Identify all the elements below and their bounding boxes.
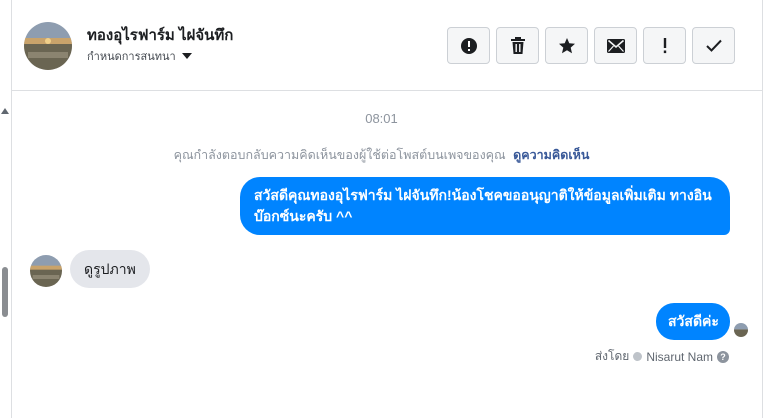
exclamation-icon — [663, 37, 666, 53]
contact-avatar[interactable] — [24, 22, 72, 70]
help-icon[interactable]: ? — [717, 350, 729, 363]
seen-by-avatar — [734, 323, 748, 337]
mark-spam-button[interactable] — [447, 27, 490, 64]
envelope-icon — [606, 38, 625, 53]
conversation-header: ทองอุไรฟาร์ม ไฝจันทึก กำหนดการสนทนา — [12, 0, 762, 91]
sent-by-label: ส่งโดย — [594, 349, 630, 363]
delete-button[interactable] — [496, 27, 539, 64]
star-button[interactable] — [545, 27, 588, 64]
check-icon — [705, 39, 722, 52]
caret-down-icon — [181, 53, 192, 59]
contact-avatar-small[interactable] — [30, 255, 62, 287]
incoming-message-bubble[interactable]: ดูรูปภาพ — [70, 250, 150, 288]
view-comment-link[interactable]: ดูความคิดเห็น — [513, 148, 589, 162]
conversation-window: ทองอุไรฟาร์ม ไฝจันทึก กำหนดการสนทนา 08:0… — [0, 0, 763, 418]
sender-name[interactable]: Nisarut Nam — [646, 350, 713, 364]
reply-context-notice: คุณกำลังตอบกลับความคิดเห็นของผู้ใช้ต่อโพ… — [0, 145, 763, 165]
alert-circle-icon — [460, 37, 477, 54]
sender-status-icon — [633, 352, 643, 361]
conversation-toolbar — [447, 27, 735, 64]
sent-by-info: ส่งโดย Nisarut Nam ? — [595, 347, 729, 366]
scrollbar-thumb[interactable] — [2, 267, 8, 317]
flag-button[interactable] — [643, 27, 686, 64]
contact-name[interactable]: ทองอุไรฟาร์ม ไฝจันทึก — [87, 23, 233, 47]
outgoing-message-bubble[interactable]: สวัสดีค่ะ — [656, 303, 730, 340]
mark-done-button[interactable] — [692, 27, 735, 64]
star-icon — [558, 37, 575, 53]
outgoing-message-bubble[interactable]: สวัสดีคุณทองอุไรฟาร์ม ไฝจันทึก!น้องโชคขอ… — [240, 177, 730, 235]
conversation-options-dropdown[interactable]: กำหนดการสนทนา — [87, 47, 192, 65]
trash-icon — [510, 36, 525, 54]
reply-context-text: คุณกำลังตอบกลับความคิดเห็นของผู้ใช้ต่อโพ… — [173, 148, 506, 162]
message-timestamp: 08:01 — [365, 111, 398, 126]
left-scroll-strip — [0, 0, 12, 418]
conversation-options-label: กำหนดการสนทนา — [87, 51, 176, 63]
mark-unread-button[interactable] — [594, 27, 637, 64]
